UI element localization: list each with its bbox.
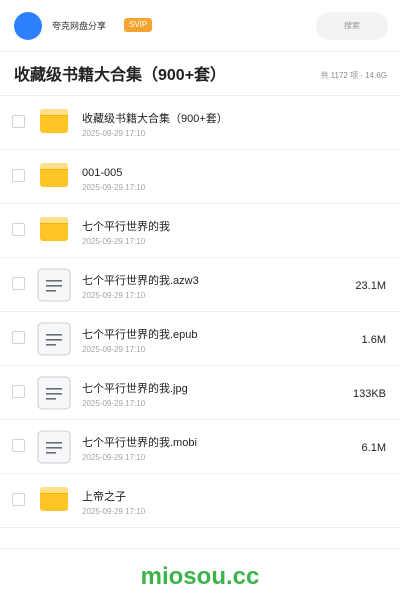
row-checkbox[interactable] xyxy=(12,277,25,290)
file-name: 七个平行世界的我.jpg xyxy=(82,383,188,395)
file-date: 2025-09-29 17:10 xyxy=(82,183,146,192)
folder-icon xyxy=(40,485,68,513)
watermark: miosou.cc xyxy=(140,563,260,590)
file-size: 23.1M xyxy=(355,280,386,292)
document-icon xyxy=(37,322,71,356)
file-list: 收藏级书籍大合集（900+套） 2025-09-29 17:10 001-005 20… xyxy=(0,96,400,528)
file-date: 2025-09-29 17:10 xyxy=(82,345,146,354)
document-icon xyxy=(37,430,71,464)
avatar[interactable] xyxy=(14,12,42,40)
file-row[interactable]: 七个平行世界的我 2025-09-29 17:10 xyxy=(0,204,400,258)
file-row[interactable]: 上帝之子 2025-09-29 17:10 xyxy=(0,474,400,528)
row-checkbox[interactable] xyxy=(12,115,25,128)
row-checkbox[interactable] xyxy=(12,331,25,344)
file-date: 2025-09-29 17:10 xyxy=(82,507,146,516)
file-name: 001-005 xyxy=(82,167,123,179)
file-row[interactable]: 七个平行世界的我.azw3 2025-09-29 17:10 23.1M xyxy=(0,258,400,312)
folder-icon xyxy=(40,107,68,135)
row-checkbox[interactable] xyxy=(12,223,25,236)
file-size: 1.6M xyxy=(361,334,386,346)
folder-title-bar: 收藏级书籍大合集（900+套） 共 1172 项 · 14.6G xyxy=(0,52,400,96)
document-icon xyxy=(37,376,71,410)
file-name: 七个平行世界的我.azw3 xyxy=(82,275,199,287)
file-row[interactable]: 七个平行世界的我.jpg 2025-09-29 17:10 133KB xyxy=(0,366,400,420)
file-row[interactable]: 收藏级书籍大合集（900+套） 2025-09-29 17:10 xyxy=(0,96,400,150)
folder-icon xyxy=(40,161,68,189)
file-date: 2025-09-29 17:10 xyxy=(82,291,146,300)
svip-badge: SVIP xyxy=(124,18,153,32)
file-name: 七个平行世界的我 xyxy=(82,221,170,233)
file-name: 上帝之子 xyxy=(82,491,126,503)
file-row[interactable]: 七个平行世界的我.mobi 2025-09-29 17:10 6.1M xyxy=(0,420,400,474)
document-icon xyxy=(37,268,71,302)
file-size: 6.1M xyxy=(361,442,386,454)
brand-name: 夸克网盘分享 xyxy=(52,21,107,31)
row-checkbox[interactable] xyxy=(12,169,25,182)
search-input[interactable]: 搜索 xyxy=(316,12,388,40)
bottom-bar: miosou.cc xyxy=(0,548,400,600)
page-title: 收藏级书籍大合集（900+套） xyxy=(14,67,227,84)
row-checkbox[interactable] xyxy=(12,439,25,452)
folder-summary: 共 1172 项 · 14.6G xyxy=(320,71,387,80)
folder-icon xyxy=(40,215,68,243)
file-date: 2025-09-29 17:10 xyxy=(82,237,146,246)
row-checkbox[interactable] xyxy=(12,385,25,398)
file-row[interactable]: 001-005 2025-09-29 17:10 xyxy=(0,150,400,204)
file-size: 133KB xyxy=(352,388,386,400)
top-bar: 夸克网盘分享 SVIP 搜索 xyxy=(0,0,400,52)
row-checkbox[interactable] xyxy=(12,493,25,506)
file-row[interactable]: 七个平行世界的我.epub 2025-09-29 17:10 1.6M xyxy=(0,312,400,366)
file-date: 2025-09-29 17:10 xyxy=(82,453,146,462)
file-name: 七个平行世界的我.mobi xyxy=(82,437,197,449)
file-name: 七个平行世界的我.epub xyxy=(82,329,198,341)
file-date: 2025-09-29 17:10 xyxy=(82,129,146,138)
file-date: 2025-09-29 17:10 xyxy=(82,399,146,408)
file-name: 收藏级书籍大合集（900+套） xyxy=(82,113,228,125)
